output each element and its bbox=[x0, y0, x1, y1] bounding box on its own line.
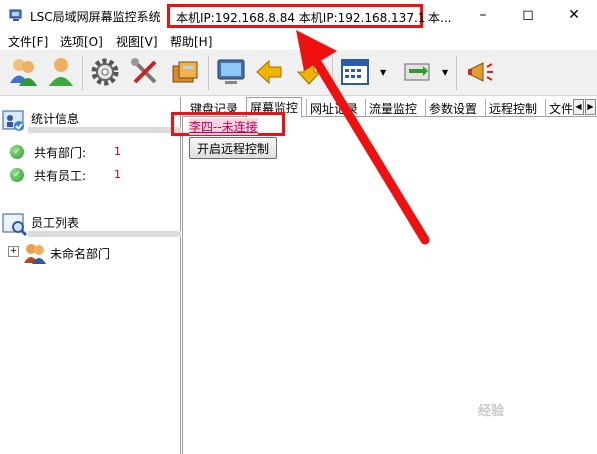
stats-icon bbox=[2, 110, 24, 131]
monitor-icon bbox=[217, 59, 245, 84]
employee-search-icon bbox=[2, 213, 28, 236]
left-panel: 统计信息 ✓ 共有部门: 1 ✓ 共有员工: 1 员工列表 + 未命名部门 bbox=[0, 97, 181, 454]
toolbar-down-button[interactable] bbox=[290, 53, 328, 91]
check-icon: ✓ bbox=[10, 145, 24, 159]
local-ip-text: 本机IP:192.168.8.84 本机IP:192.168.137.1 bbox=[176, 11, 426, 25]
check-icon: ✓ bbox=[10, 168, 24, 182]
megaphone-icon bbox=[468, 62, 493, 82]
stat-row-employees: ✓ 共有员工: 1 bbox=[10, 167, 121, 183]
ip-more-text: 本... bbox=[428, 11, 452, 25]
toolbar-transfer-button[interactable] bbox=[398, 53, 436, 91]
toolbar-separator bbox=[82, 56, 83, 90]
right-panel: 键盘记录 屏幕监控 网址记录 流量监控 参数设置 远程控制 文件 ◀ ▶ 李四-… bbox=[171, 97, 597, 454]
stats-header-line bbox=[28, 127, 181, 133]
toolbar-user-button[interactable] bbox=[42, 53, 80, 91]
minimize-button[interactable]: – bbox=[460, 0, 506, 30]
tab-files[interactable]: 文件 bbox=[545, 99, 576, 117]
stats-title: 统计信息 bbox=[31, 112, 80, 126]
stat-label: 共有员工: bbox=[34, 169, 87, 183]
close-button[interactable]: ✕ bbox=[551, 0, 597, 30]
toolbar-separator bbox=[332, 56, 333, 90]
stat-value: 1 bbox=[114, 145, 121, 158]
toolbar-monitor-button[interactable] bbox=[212, 53, 250, 91]
maximize-button[interactable]: ◻ bbox=[505, 0, 551, 30]
users-icon bbox=[10, 59, 37, 86]
toolbar-separator bbox=[208, 56, 209, 90]
title-bar: LSC局域网屏幕监控系统 本机IP:192.168.8.84 本机IP:192.… bbox=[0, 0, 597, 30]
toolbar-add-users-button[interactable] bbox=[4, 53, 42, 91]
tab-parameters[interactable]: 参数设置 bbox=[425, 99, 480, 117]
start-remote-control-button[interactable]: 开启远程控制 bbox=[189, 137, 277, 159]
stat-label: 共有部门: bbox=[34, 146, 87, 160]
department-label: 未命名部门 bbox=[50, 247, 111, 261]
menu-file[interactable]: 文件[F] bbox=[8, 33, 48, 50]
calendar-icon bbox=[341, 59, 369, 85]
screen-monitor-pane: 李四--未连接 开启远程控制 bbox=[171, 112, 597, 454]
tab-url-log[interactable]: 网址记录 bbox=[306, 99, 361, 117]
employees-title: 员工列表 bbox=[31, 216, 80, 230]
toolbar-calendar-button[interactable] bbox=[336, 53, 374, 91]
maximize-icon: ◻ bbox=[522, 7, 534, 23]
department-icon bbox=[24, 244, 46, 264]
window-title: LSC局域网屏幕监控系统 bbox=[30, 10, 161, 24]
toolbar-settings-button[interactable] bbox=[86, 53, 124, 91]
transfer-icon bbox=[404, 63, 430, 81]
watermark-text: 经验 bbox=[478, 404, 505, 419]
tab-remote-control[interactable]: 远程控制 bbox=[485, 99, 540, 117]
stats-header: 统计信息 bbox=[0, 107, 181, 133]
minimize-icon: – bbox=[479, 7, 487, 23]
tab-scroll-left-icon[interactable]: ◀ bbox=[573, 99, 584, 115]
employees-header: 员工列表 bbox=[0, 210, 181, 237]
calendar-dropdown-icon[interactable]: ▼ bbox=[380, 68, 386, 77]
connection-status: 李四--未连接 bbox=[189, 118, 258, 135]
toolbar-broadcast-button[interactable] bbox=[462, 53, 500, 91]
app-icon bbox=[9, 9, 22, 21]
tab-scroll-right-icon[interactable]: ▶ bbox=[585, 99, 596, 115]
menu-view[interactable]: 视图[V] bbox=[116, 33, 158, 50]
menu-options[interactable]: 选项[O] bbox=[60, 33, 103, 50]
menu-help[interactable]: 帮助[H] bbox=[170, 33, 212, 50]
user-icon bbox=[49, 58, 73, 86]
arrow-left-icon bbox=[256, 59, 282, 85]
tools-icon bbox=[131, 58, 157, 84]
stat-value: 1 bbox=[114, 168, 121, 181]
arrow-down-icon bbox=[296, 59, 322, 85]
tab-traffic-monitor[interactable]: 流量监控 bbox=[365, 99, 420, 117]
gear-icon bbox=[91, 58, 119, 86]
close-icon: ✕ bbox=[568, 7, 580, 23]
toolbar: ▼ ▼ bbox=[0, 50, 597, 96]
transfer-dropdown-icon[interactable]: ▼ bbox=[442, 68, 448, 77]
toolbar-separator bbox=[456, 56, 457, 90]
stat-row-departments: ✓ 共有部门: 1 bbox=[10, 144, 121, 160]
tree-expander[interactable]: + bbox=[8, 246, 19, 257]
toolbar-back-button[interactable] bbox=[250, 53, 288, 91]
toolbar-archive-button[interactable] bbox=[166, 53, 204, 91]
archive-icon bbox=[172, 61, 198, 83]
toolbar-tools-button[interactable] bbox=[126, 53, 164, 91]
employees-header-line bbox=[28, 231, 181, 237]
menu-bar: 文件[F] 选项[O] 视图[V] 帮助[H] bbox=[0, 30, 597, 50]
